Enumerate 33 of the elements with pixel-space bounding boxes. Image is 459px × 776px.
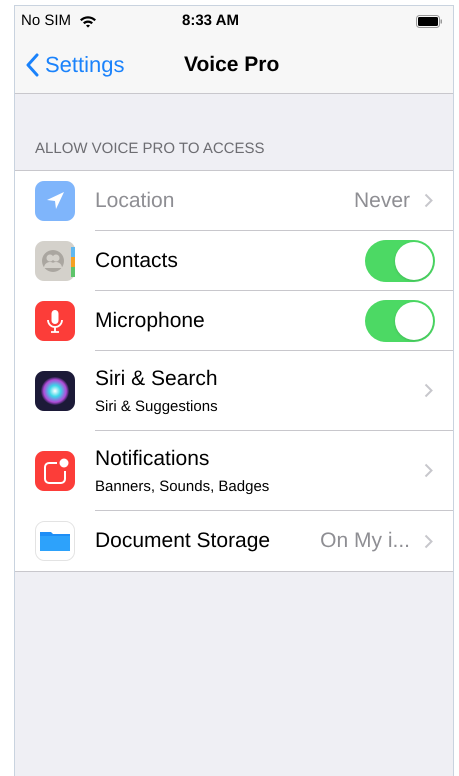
chevron-left-icon	[25, 52, 39, 76]
carrier-label: No SIM	[21, 10, 72, 31]
toggle-switch[interactable]	[365, 300, 435, 342]
row-label: Location	[95, 188, 176, 214]
chevron-right-icon	[424, 383, 433, 398]
settings-row[interactable]: Contacts	[15, 231, 453, 291]
row-subtitle: Siri & Suggestions	[95, 397, 219, 417]
settings-row[interactable]: Microphone	[15, 291, 453, 351]
status-time: 8:33 AM	[182, 10, 239, 31]
row-label: Notifications	[95, 446, 210, 472]
navigation-title: Voice Pro	[184, 52, 280, 78]
battery-icon	[416, 14, 443, 28]
wifi-icon	[79, 14, 98, 28]
settings-row[interactable]: Document Storage On My i...	[15, 511, 453, 571]
row-label: Microphone	[95, 308, 206, 334]
row-label: Document Storage	[95, 528, 272, 554]
row-label: Siri & Search	[95, 366, 219, 392]
siri-orb-icon	[35, 371, 75, 411]
toggle-switch[interactable]	[365, 240, 435, 282]
settings-row[interactable]: Notifications Banners, Sounds, Badges	[15, 431, 453, 511]
row-label: Contacts	[95, 248, 179, 274]
section-header: ALLOW VOICE PRO TO ACCESS	[35, 138, 265, 158]
contacts-icon	[35, 241, 75, 281]
notification-badge-icon	[35, 451, 75, 491]
chevron-right-icon	[424, 193, 433, 208]
chevron-right-icon	[424, 534, 433, 548]
row-value: Never	[354, 188, 410, 214]
row-subtitle: Banners, Sounds, Badges	[95, 477, 270, 497]
microphone-icon	[35, 301, 75, 341]
row-value: On My i...	[320, 528, 410, 554]
chevron-right-icon	[424, 463, 433, 478]
settings-row[interactable]: Siri & Search Siri & Suggestions	[15, 351, 453, 431]
folder-icon	[35, 521, 75, 561]
